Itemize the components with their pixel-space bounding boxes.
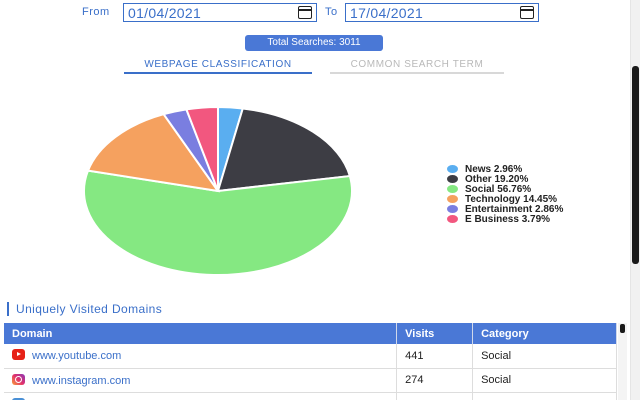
category-cell: Social <box>472 344 617 369</box>
tab-webpage-classification[interactable]: WEBPAGE CLASSIFICATION <box>124 59 312 74</box>
from-date-value: 01/04/2021 <box>128 5 202 21</box>
from-label: From <box>82 6 110 18</box>
legend-swatch <box>447 165 458 173</box>
visits-cell: 274 <box>396 368 474 393</box>
instagram-icon <box>12 373 25 385</box>
table-row[interactable] <box>4 392 617 400</box>
category-cell <box>472 392 617 400</box>
calendar-icon[interactable] <box>298 6 312 19</box>
domain-link[interactable]: www.instagram.com <box>32 375 130 387</box>
legend-swatch <box>447 215 458 223</box>
table-scrollbar-thumb[interactable] <box>620 324 625 333</box>
to-date-input[interactable]: 17/04/2021 <box>345 3 539 22</box>
legend-item-social[interactable]: Social 56.76% <box>447 184 563 195</box>
from-date-input[interactable]: 01/04/2021 <box>123 3 317 22</box>
table-row[interactable]: www.youtube.com 441 Social <box>4 344 617 369</box>
column-header-visits[interactable]: Visits <box>396 323 474 344</box>
domain-cell: www.youtube.com <box>4 344 398 369</box>
domain-cell <box>4 392 398 400</box>
category-cell: Social <box>472 368 617 393</box>
pie-legend: News 2.96% Other 19.20% Social 56.76% Te… <box>447 164 563 225</box>
table-scrollbar-track[interactable] <box>618 323 627 400</box>
domains-table: Domain Visits Category www.youtube.com 4… <box>4 323 617 400</box>
legend-label: E Business 3.79% <box>465 213 551 225</box>
to-label: To <box>325 6 338 18</box>
tab-common-search-term[interactable]: COMMON SEARCH TERM <box>330 59 504 74</box>
date-filter-row: From 01/04/2021 To 17/04/2021 <box>0 2 640 24</box>
legend-swatch <box>447 195 458 203</box>
classification-pie-chart <box>83 105 353 276</box>
column-header-category[interactable]: Category <box>472 323 617 344</box>
legend-swatch <box>447 205 458 213</box>
visits-cell <box>396 392 474 400</box>
page-scrollbar-thumb[interactable] <box>632 66 639 264</box>
youtube-icon <box>12 349 25 361</box>
legend-item-news[interactable]: News 2.96% <box>447 164 563 175</box>
table-header-row: Domain Visits Category <box>4 323 617 344</box>
domain-cell: www.instagram.com <box>4 368 398 393</box>
legend-item-e-business[interactable]: E Business 3.79% <box>447 213 563 225</box>
legend-item-technology[interactable]: Technology 14.45% <box>447 194 563 205</box>
calendar-icon[interactable] <box>520 6 534 19</box>
uniquely-visited-domains-title: Uniquely Visited Domains <box>7 302 162 316</box>
legend-swatch <box>447 175 458 183</box>
legend-swatch <box>447 185 458 193</box>
column-header-domain[interactable]: Domain <box>4 323 398 344</box>
to-date-value: 17/04/2021 <box>350 5 424 21</box>
domains-table-container: Domain Visits Category www.youtube.com 4… <box>4 323 617 400</box>
domain-link[interactable]: www.youtube.com <box>32 350 121 362</box>
visits-cell: 441 <box>396 344 474 369</box>
table-row[interactable]: www.instagram.com 274 Social <box>4 368 617 393</box>
legend-item-other[interactable]: Other 19.20% <box>447 174 563 185</box>
total-searches-badge: Total Searches: 3011 <box>245 35 383 51</box>
legend-item-entertainment[interactable]: Entertainment 2.86% <box>447 204 563 215</box>
